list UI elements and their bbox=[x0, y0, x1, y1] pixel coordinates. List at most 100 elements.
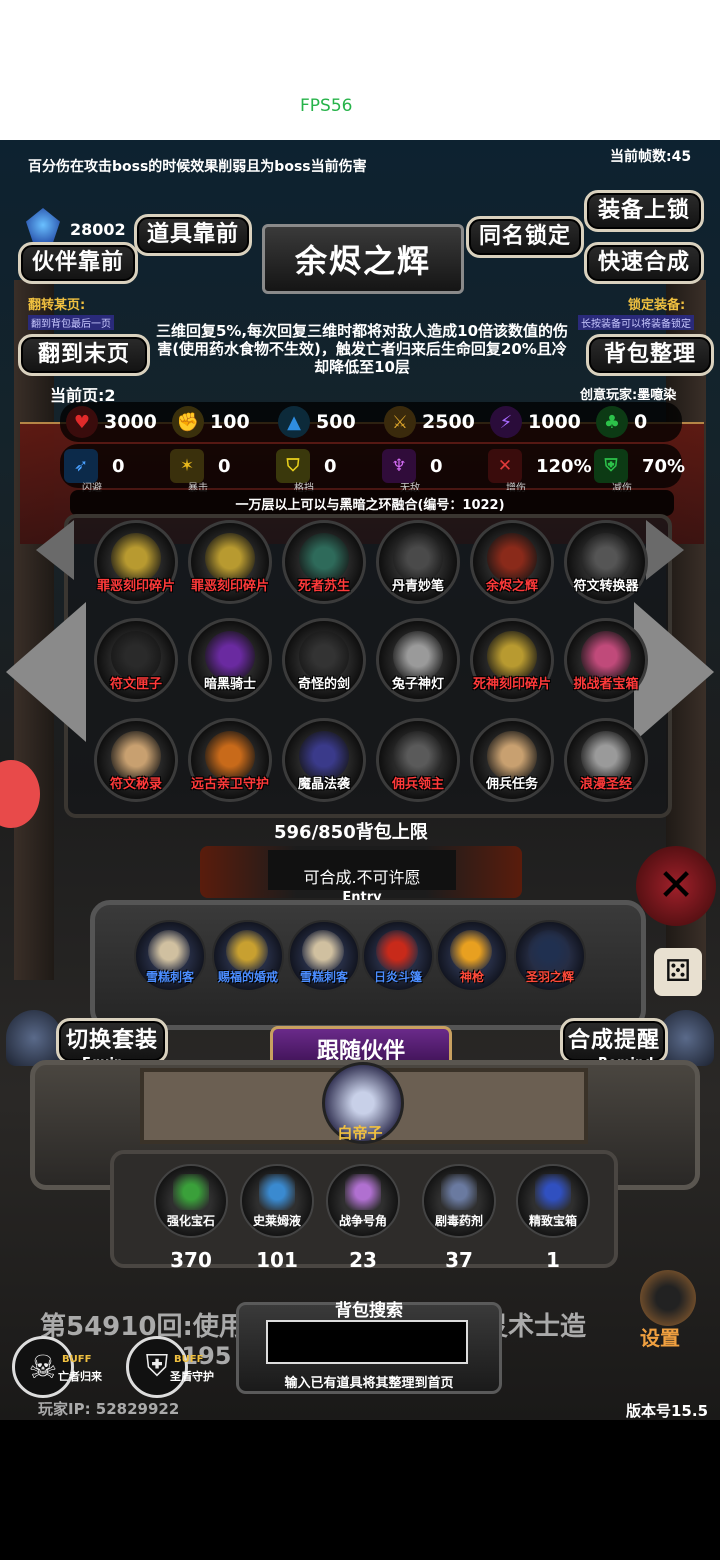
stat-strength: ✊ 100 bbox=[172, 402, 250, 442]
bag-item-slot[interactable]: 符文秘录 bbox=[94, 718, 178, 802]
bag-item-slot[interactable]: 奇怪的剑 bbox=[282, 618, 366, 702]
consumable-slot[interactable]: 精致宝箱 1 bbox=[516, 1164, 590, 1272]
gem-icon bbox=[26, 208, 60, 242]
bag-sort-button[interactable]: 背包整理 bbox=[586, 334, 714, 376]
heart-icon: ♥ bbox=[66, 406, 98, 438]
bag-item-slot[interactable]: 佣兵任务 bbox=[470, 718, 554, 802]
lock-equip-hint: 长按装备可以将装备锁定 bbox=[578, 315, 694, 330]
consumable-icon bbox=[173, 1174, 209, 1210]
consumable-icon bbox=[441, 1174, 477, 1210]
buff-tag: BUFF bbox=[62, 1354, 92, 1365]
bag-item-slot[interactable]: 符文转换器 bbox=[564, 520, 648, 604]
equipped-item-icon bbox=[376, 930, 418, 972]
bag-item-slot[interactable]: 罪恶刻印碎片 bbox=[94, 520, 178, 604]
equipped-item-icon bbox=[450, 930, 492, 972]
bag-item-slot[interactable]: 死神刻印碎片 bbox=[470, 618, 554, 702]
bag-item-slot[interactable]: 罪恶刻印碎片 bbox=[188, 520, 272, 604]
stat-damage-down: ⛨ 70% bbox=[594, 444, 685, 488]
consumable-slot[interactable]: 战争号角 23 bbox=[326, 1164, 400, 1272]
fusion-note: 一万层以上可以与黑暗之环融合(编号：1022) bbox=[235, 498, 505, 513]
consumable-count: 370 bbox=[170, 1248, 212, 1272]
consumable-count: 101 bbox=[256, 1248, 298, 1272]
equip-lock-button[interactable]: 装备上锁 bbox=[584, 190, 704, 232]
settings-gear-icon[interactable] bbox=[640, 1270, 696, 1326]
sword-icon: ⚔ bbox=[384, 406, 416, 438]
same-name-lock-button[interactable]: 同名锁定 bbox=[466, 216, 584, 258]
equipped-item-name: 圣羽之辉 bbox=[525, 970, 574, 984]
consumable-name: 强化宝石 bbox=[166, 1214, 215, 1228]
damage-down-icon: ⛨ bbox=[594, 449, 628, 483]
stats-row-secondary: ➶ 0 ✶ 0 ⛉ 0 ♆ 0 ✕ 120% ⛨ 70% bbox=[60, 444, 685, 488]
equipped-item-icon bbox=[226, 930, 268, 972]
next-page-small-arrow[interactable] bbox=[646, 520, 684, 580]
partner-front-button[interactable]: 伙伴靠前 bbox=[18, 242, 138, 284]
bag-item-slot[interactable]: 兔子神灯 bbox=[376, 618, 460, 702]
bag-item-slot[interactable]: 浪漫圣经 bbox=[564, 718, 648, 802]
bag-item-slot[interactable]: 挑战者宝箱 bbox=[564, 618, 648, 702]
item-front-button[interactable]: 道具靠前 bbox=[134, 214, 252, 256]
consumable-icon bbox=[535, 1174, 571, 1210]
stat-hp: ♥ 3000 bbox=[66, 402, 157, 442]
damage-up-icon: ✕ bbox=[488, 449, 522, 483]
last-page-button[interactable]: 翻到末页 bbox=[18, 334, 150, 376]
invincible-icon: ♆ bbox=[382, 449, 416, 483]
player-ip: 玩家IP: 52829922 bbox=[38, 1400, 180, 1418]
page-jump-label: 翻转某页: bbox=[28, 298, 86, 313]
navigation-bar bbox=[0, 1420, 720, 1560]
item-title: 余烬之辉 bbox=[294, 242, 431, 280]
consumable-count: 23 bbox=[349, 1248, 377, 1272]
stats-row-primary: ♥ 3000 ✊ 100 ▲ 500 ⚔ 2500 ⚡ 1000 ♣ 0 bbox=[60, 402, 682, 442]
consumable-icon bbox=[345, 1174, 381, 1210]
page-jump-hint: 翻到背包最后一页 bbox=[28, 315, 114, 330]
status-area: FPS56 bbox=[0, 0, 720, 140]
bag-item-slot[interactable]: 余烬之辉 bbox=[470, 520, 554, 604]
bag-item-slot[interactable]: 佣兵领主 bbox=[376, 718, 460, 802]
bag-item-slot[interactable]: 符文匣子 bbox=[94, 618, 178, 702]
bag-item-slot[interactable]: 丹青妙笔 bbox=[376, 520, 460, 604]
stat-armor: ▲ 500 bbox=[278, 402, 356, 442]
equipped-item-slot[interactable]: 圣羽之辉 bbox=[514, 920, 586, 992]
buff-name: 圣盾守护 bbox=[170, 1370, 214, 1383]
settings-label[interactable]: 设置 bbox=[640, 1322, 680, 1351]
consumable-slot[interactable]: 史莱姆液 101 bbox=[240, 1164, 314, 1272]
bag-item-slot[interactable]: 死者苏生 bbox=[282, 520, 366, 604]
stat-magic: ⚡ 1000 bbox=[490, 402, 581, 442]
skull-buff-icon: ☠ bbox=[12, 1336, 74, 1398]
dodge-icon: ➶ bbox=[64, 449, 98, 483]
consumable-icon bbox=[259, 1174, 295, 1210]
prev-page-arrow[interactable] bbox=[6, 602, 86, 742]
crit-icon: ✶ bbox=[170, 449, 204, 483]
shield-buff-icon: ⛨ bbox=[126, 1336, 188, 1398]
quick-combine-button[interactable]: 快速合成 bbox=[584, 242, 704, 284]
lightning-icon: ⚡ bbox=[490, 406, 522, 438]
bag-limit: 596/850背包上限 bbox=[274, 822, 428, 843]
consumable-name: 史莱姆液 bbox=[252, 1214, 301, 1228]
stat-attack: ⚔ 2500 bbox=[384, 402, 475, 442]
bag-search-label: 背包搜索 bbox=[335, 1301, 403, 1321]
bag-item-slot[interactable]: 暗黑骑士 bbox=[188, 618, 272, 702]
consumable-count: 1 bbox=[546, 1248, 560, 1272]
fps-counter: FPS56 bbox=[300, 96, 353, 116]
helmet-icon-left bbox=[6, 1010, 62, 1066]
buff-tag: BUFF bbox=[174, 1354, 204, 1365]
close-x-button[interactable]: ✕ bbox=[636, 846, 716, 926]
item-description: 三维回复5%,每次回复三维时都将对敌人造成10倍该数值的伤害(使用药水食物不生效… bbox=[155, 322, 569, 376]
consumable-name: 剧毒药剂 bbox=[434, 1214, 483, 1228]
creator-credit: 创意玩家:墨噫染 bbox=[580, 388, 677, 403]
strength-icon: ✊ bbox=[172, 406, 204, 438]
stat-luck: ♣ 0 bbox=[596, 402, 647, 442]
consumable-count: 37 bbox=[445, 1248, 473, 1272]
lock-equip-label: 锁定装备: bbox=[628, 298, 686, 313]
partner-name: 白帝子 bbox=[337, 1124, 383, 1142]
bag-item-name: 浪漫圣经 bbox=[579, 777, 632, 792]
consumable-slot[interactable]: 剧毒药剂 37 bbox=[422, 1164, 496, 1272]
bag-item-name: 挑战者宝箱 bbox=[573, 677, 639, 692]
bag-item-name: 符文转换器 bbox=[573, 579, 639, 594]
consumable-name: 战争号角 bbox=[338, 1214, 387, 1228]
dice-icon[interactable]: ⚄ bbox=[654, 948, 702, 996]
consumable-slot[interactable]: 强化宝石 370 bbox=[154, 1164, 228, 1272]
prev-page-small-arrow[interactable] bbox=[36, 520, 74, 580]
bag-item-slot[interactable]: 远古亲卫守护 bbox=[188, 718, 272, 802]
bag-search-input[interactable] bbox=[266, 1320, 468, 1364]
bag-item-slot[interactable]: 魔晶法袭 bbox=[282, 718, 366, 802]
